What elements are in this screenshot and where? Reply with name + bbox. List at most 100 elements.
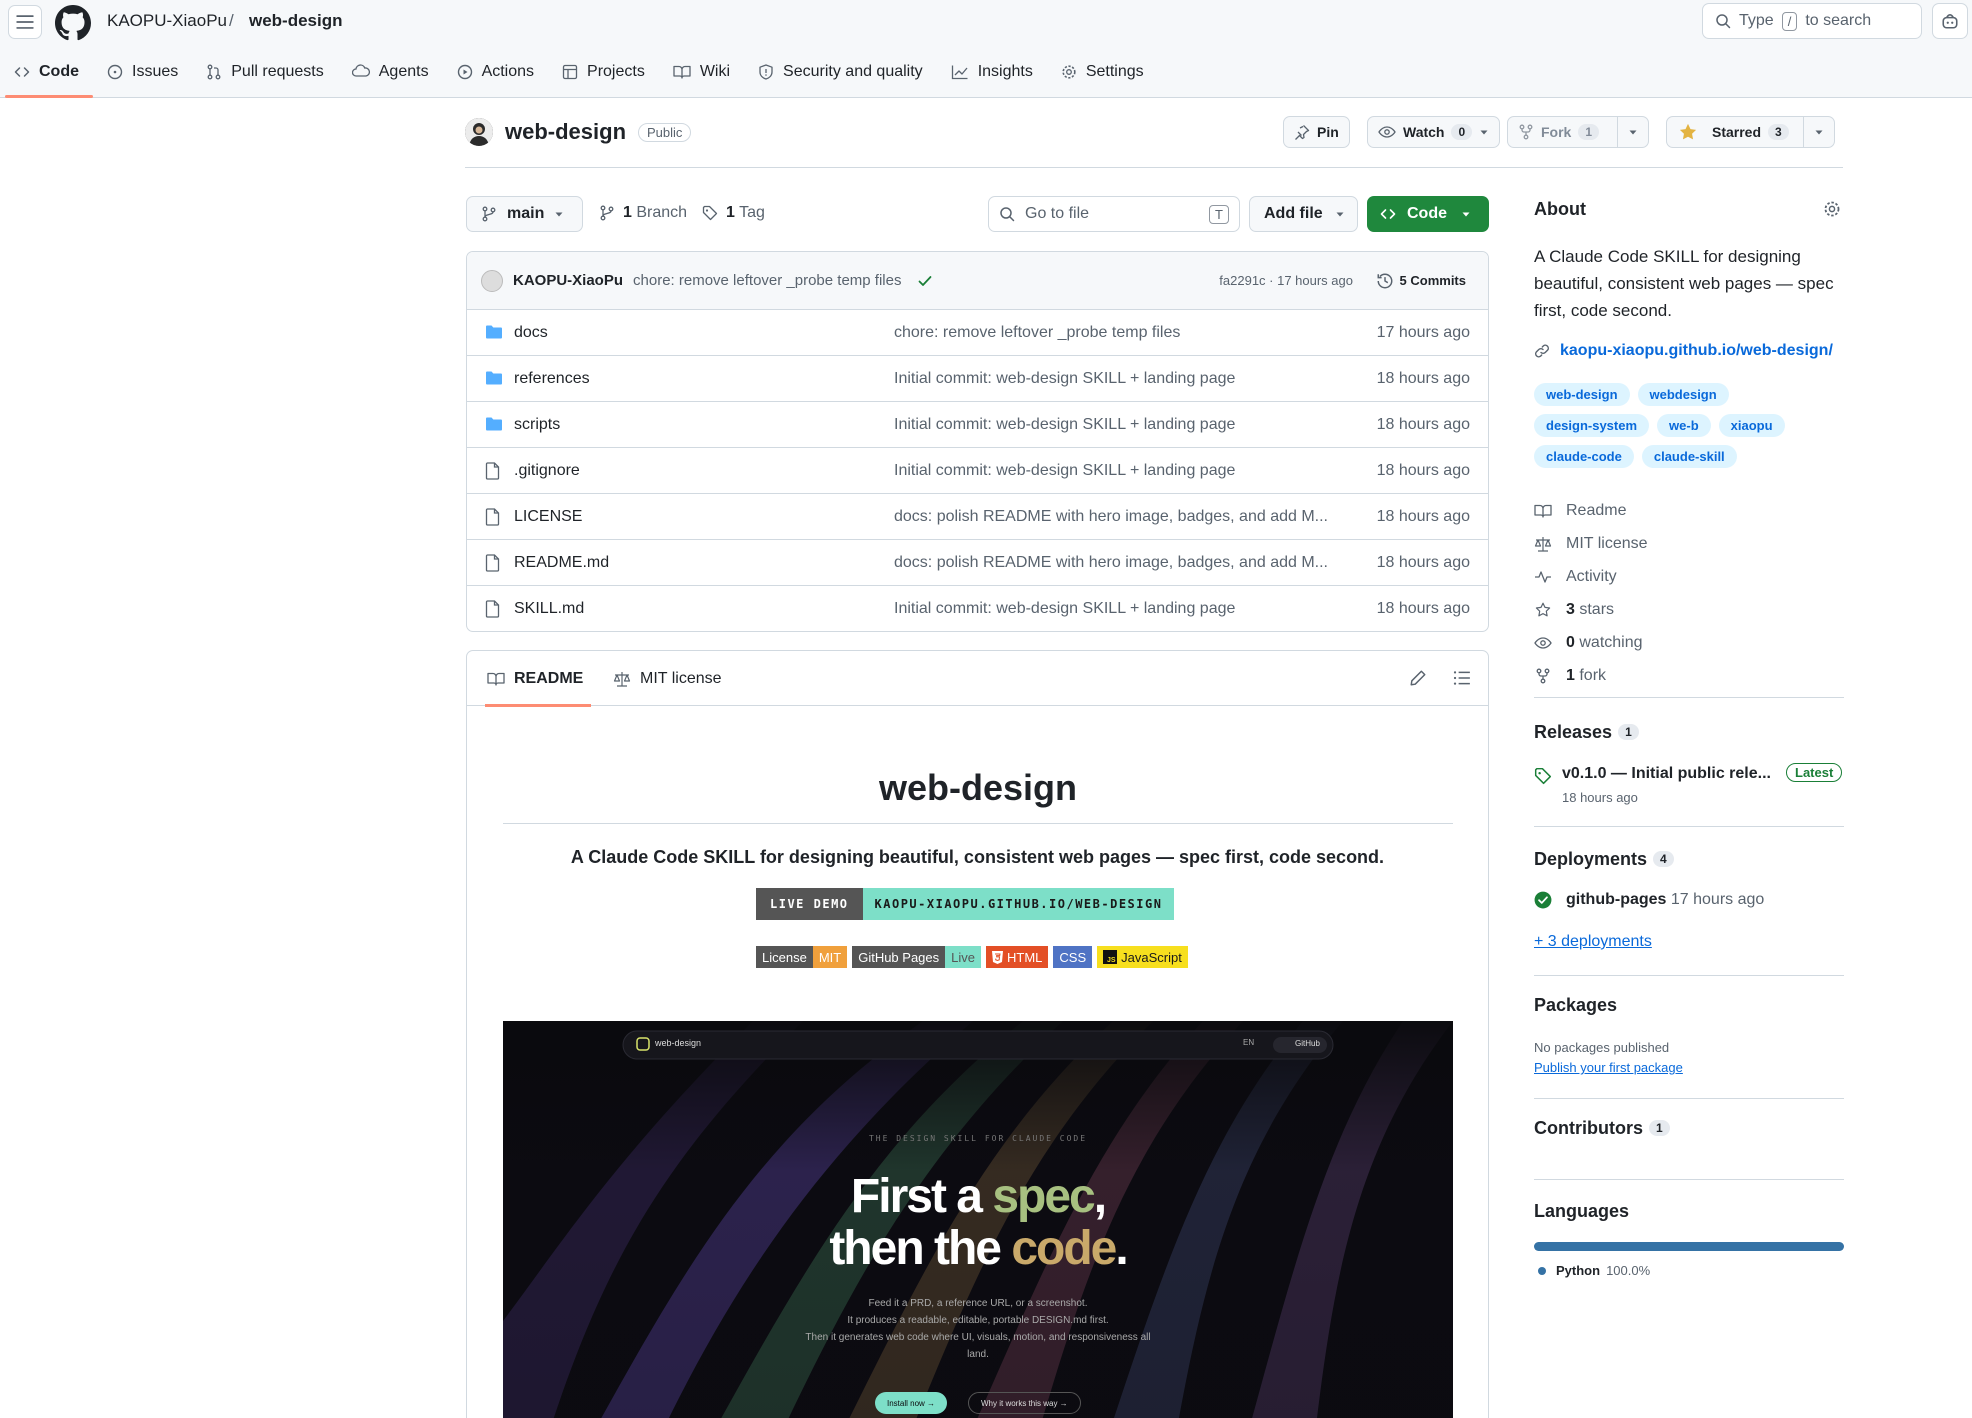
watchers-link[interactable]: 0 watching <box>1534 626 1648 659</box>
outline-list-icon[interactable] <box>1453 669 1471 687</box>
file-commit-message[interactable]: Initial commit: web-design SKILL + landi… <box>894 462 1342 480</box>
tab-license[interactable]: MIT license <box>605 651 730 706</box>
html-badge[interactable]: HTML <box>986 946 1049 968</box>
topic-tag[interactable]: we-b <box>1657 414 1711 437</box>
star-button[interactable]: Starred 3 <box>1666 116 1835 148</box>
activity-link[interactable]: Activity <box>1534 560 1648 593</box>
file-commit-message[interactable]: docs: polish README with hero image, bad… <box>894 554 1342 572</box>
javascript-badge[interactable]: JS JavaScript <box>1097 946 1188 968</box>
file-row[interactable]: .gitignore Initial commit: web-design SK… <box>467 448 1488 494</box>
tab-projects[interactable]: Projects <box>548 52 659 92</box>
commit-sha-time[interactable]: fa2291c · 17 hours ago <box>1219 273 1353 288</box>
file-commit-message[interactable]: chore: remove leftover _probe temp files <box>894 324 1342 342</box>
star-dropdown[interactable] <box>1804 117 1834 147</box>
file-commit-message[interactable]: Initial commit: web-design SKILL + landi… <box>894 600 1342 618</box>
deployment-item[interactable]: github-pages 17 hours ago <box>1566 891 1764 909</box>
hero-h1-accent: spec <box>992 1170 1095 1223</box>
code-button[interactable]: Code <box>1367 196 1489 232</box>
fork-dropdown[interactable] <box>1618 117 1648 147</box>
license-badge[interactable]: License MIT <box>756 946 848 968</box>
badge-row: License MIT GitHub Pages Live HTML CSS J… <box>756 946 1188 968</box>
menu-button[interactable] <box>8 5 42 39</box>
file-name[interactable]: scripts <box>514 416 560 434</box>
file-name[interactable]: README.md <box>514 554 609 572</box>
go-to-file-input[interactable]: Go to file T <box>988 196 1240 232</box>
file-name[interactable]: .gitignore <box>514 462 580 480</box>
topic-tag[interactable]: webdesign <box>1637 383 1729 406</box>
global-search-input[interactable]: Type / to search <box>1702 3 1922 39</box>
commit-author[interactable]: KAOPU-XiaoPu <box>513 272 623 289</box>
topic-tag[interactable]: design-system <box>1534 414 1650 437</box>
forks-link[interactable]: 1 fork <box>1534 659 1648 692</box>
repo-name[interactable]: web-design <box>505 119 626 145</box>
releases-heading[interactable]: Releases 1 <box>1534 722 1639 743</box>
tab-wiki[interactable]: Wiki <box>659 52 744 92</box>
gear-icon[interactable] <box>1823 200 1841 218</box>
tab-readme[interactable]: README <box>479 651 592 707</box>
topic-tag[interactable]: web-design <box>1534 383 1630 406</box>
breadcrumb-owner[interactable]: KAOPU-XiaoPu <box>107 11 227 31</box>
release-name[interactable]: v0.1.0 — Initial public rele... <box>1562 765 1771 783</box>
pin-label: Pin <box>1317 124 1339 140</box>
pages-badge[interactable]: GitHub Pages Live <box>852 946 981 968</box>
file-name[interactable]: SKILL.md <box>514 600 584 618</box>
contributors-heading-label: Contributors <box>1534 1118 1643 1138</box>
github-logo-icon[interactable] <box>55 5 91 41</box>
css-badge[interactable]: CSS <box>1053 946 1093 968</box>
tab-insights[interactable]: Insights <box>937 52 1047 92</box>
publish-package-link[interactable]: Publish your first package <box>1534 1060 1683 1075</box>
add-file-button[interactable]: Add file <box>1249 196 1358 232</box>
homepage-link[interactable]: kaopu-xiaopu.github.io/web-design/ <box>1534 342 1833 360</box>
file-name[interactable]: LICENSE <box>514 508 582 526</box>
pencil-icon[interactable] <box>1409 669 1427 687</box>
hero-lang: EN <box>1243 1038 1255 1047</box>
file-name[interactable]: references <box>514 370 590 388</box>
file-name[interactable]: docs <box>514 324 548 342</box>
more-deployments-link[interactable]: + 3 deployments <box>1534 933 1652 951</box>
topic-tag[interactable]: claude-skill <box>1641 445 1737 468</box>
file-row[interactable]: scripts Initial commit: web-design SKILL… <box>467 402 1488 448</box>
language-item[interactable]: Python 100.0% <box>1538 1263 1650 1278</box>
code-icon <box>14 67 30 77</box>
stars-link[interactable]: 3 stars <box>1534 593 1648 626</box>
topic-tag[interactable]: xiaopu <box>1718 414 1785 437</box>
watch-button[interactable]: Watch 0 <box>1367 116 1501 148</box>
tab-security[interactable]: Security and quality <box>744 52 937 92</box>
tab-settings[interactable]: Settings <box>1047 52 1158 92</box>
packages-heading[interactable]: Packages <box>1534 995 1617 1016</box>
file-commit-message[interactable]: Initial commit: web-design SKILL + landi… <box>894 416 1342 434</box>
commit-author-avatar[interactable] <box>481 269 503 292</box>
readme-link[interactable]: Readme <box>1534 494 1648 527</box>
branch-select[interactable]: main <box>466 196 583 232</box>
license-link[interactable]: MIT license <box>1534 527 1648 560</box>
fork-button[interactable]: Fork 1 <box>1507 116 1650 148</box>
file-row[interactable]: docs chore: remove leftover _probe temp … <box>467 310 1488 356</box>
file-row[interactable]: references Initial commit: web-design SK… <box>467 356 1488 402</box>
check-icon[interactable] <box>917 273 933 289</box>
live-demo-badge[interactable]: LIVE DEMO KAOPU-XIAOPU.GITHUB.IO/WEB-DES… <box>756 888 1175 920</box>
file-row[interactable]: README.md docs: polish README with hero … <box>467 540 1488 586</box>
tab-code[interactable]: Code <box>0 52 93 98</box>
pin-icon <box>1295 125 1310 140</box>
file-row[interactable]: SKILL.md Initial commit: web-design SKIL… <box>467 586 1488 631</box>
breadcrumb-repo[interactable]: web-design <box>249 11 343 31</box>
deployments-heading[interactable]: Deployments 4 <box>1534 849 1674 870</box>
copilot-button[interactable] <box>1932 3 1968 39</box>
contributors-heading[interactable]: Contributors 1 <box>1534 1118 1670 1139</box>
file-commit-message[interactable]: Initial commit: web-design SKILL + landi… <box>894 370 1342 388</box>
link-icon <box>1535 344 1549 358</box>
tab-actions[interactable]: Actions <box>443 52 548 92</box>
topic-tag[interactable]: claude-code <box>1534 445 1634 468</box>
file-commit-message[interactable]: docs: polish README with hero image, bad… <box>894 508 1342 526</box>
file-row[interactable]: LICENSE docs: polish README with hero im… <box>467 494 1488 540</box>
tags-link[interactable]: 1 Tag <box>702 204 765 222</box>
pin-button[interactable]: Pin <box>1283 116 1350 148</box>
branches-link[interactable]: 1 Branch <box>599 204 687 222</box>
branch-name: main <box>507 205 545 222</box>
commit-message[interactable]: chore: remove leftover _probe temp files <box>633 272 901 289</box>
commits-link[interactable]: 5 Commits <box>1376 272 1466 290</box>
tab-agents[interactable]: Agents <box>338 52 443 92</box>
owner-avatar[interactable] <box>465 118 493 146</box>
tab-issues[interactable]: Issues <box>93 52 192 92</box>
tab-pull-requests[interactable]: Pull requests <box>192 52 338 92</box>
